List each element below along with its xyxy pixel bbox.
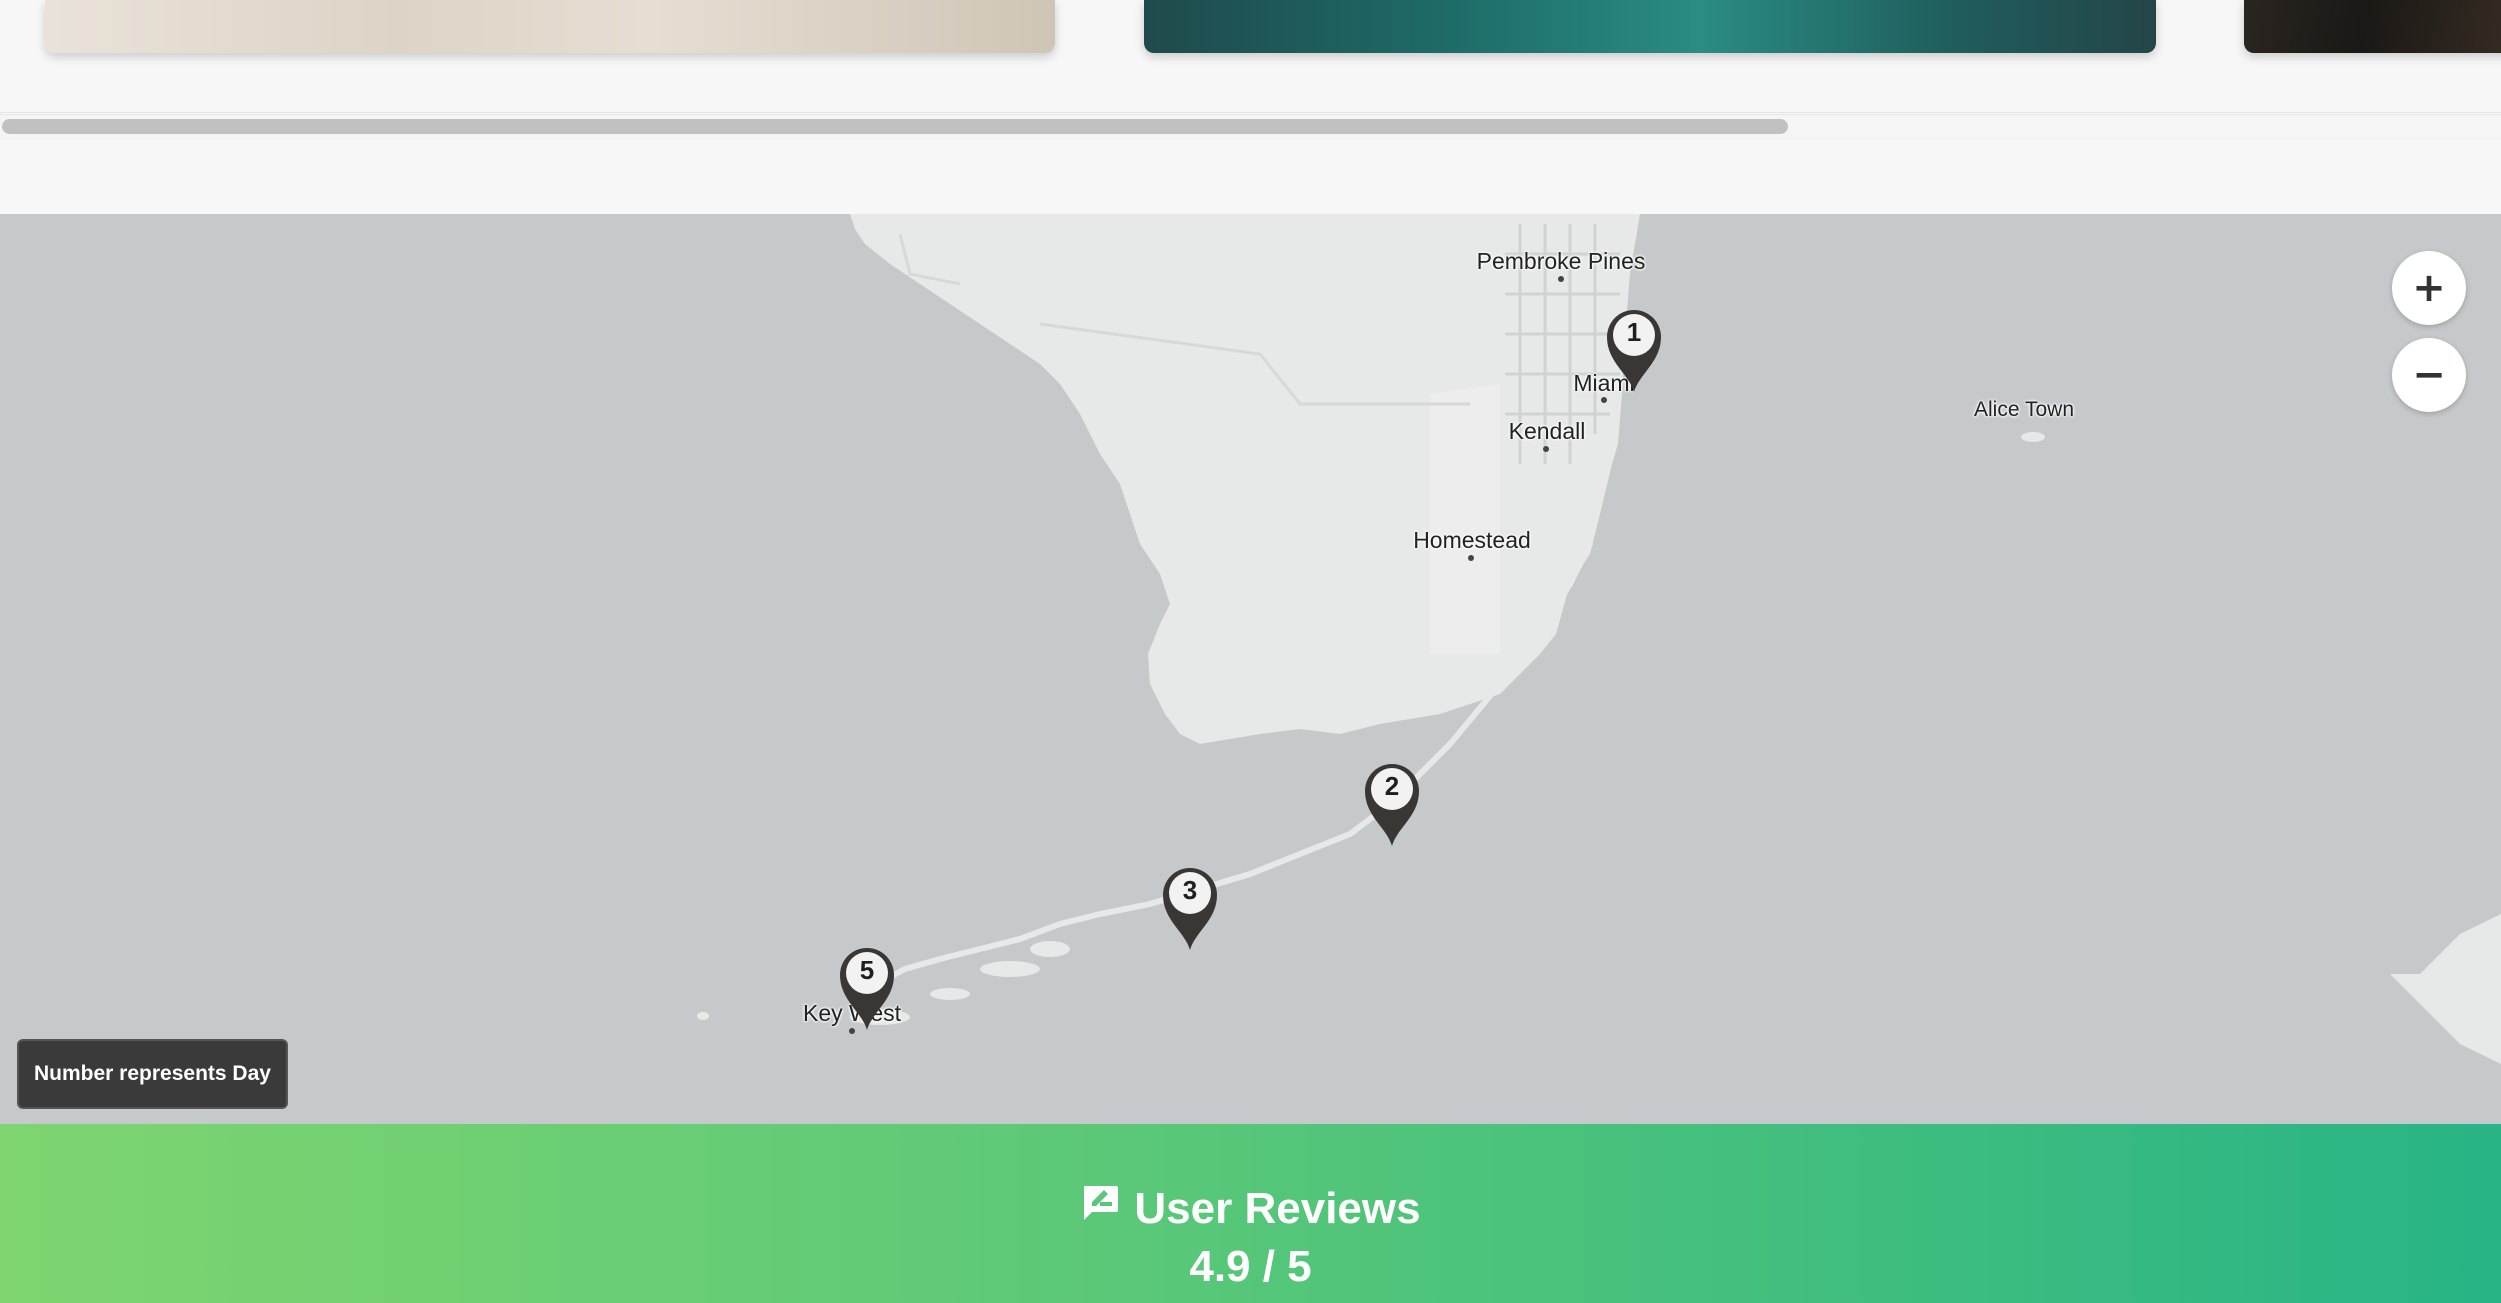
minus-icon: − — [2412, 352, 2446, 398]
reviews-banner: User Reviews 4.9 / 5 — [0, 1124, 2501, 1303]
gallery-photo[interactable] — [2244, 0, 2501, 53]
map-legend: Number represents Day — [17, 1039, 288, 1109]
marker-label: 2 — [1384, 771, 1400, 801]
marker-label: 3 — [1182, 875, 1198, 905]
day-marker[interactable]: 2 — [1361, 758, 1423, 848]
photo-gallery — [0, 0, 2501, 140]
place-label: Pembroke Pines — [1476, 248, 1646, 274]
zoom-out-button[interactable]: − — [2392, 338, 2466, 412]
gallery-photo[interactable] — [1144, 0, 2156, 53]
reviews-score: 4.9 / 5 — [1189, 1242, 1312, 1291]
horizontal-scrollbar[interactable] — [0, 114, 2501, 140]
map-basemap — [697, 214, 2501, 1064]
gallery-photo[interactable] — [45, 0, 1055, 53]
day-marker[interactable]: 5 — [836, 942, 898, 1032]
reviews-heading: User Reviews — [0, 1184, 2501, 1234]
divider — [0, 112, 2501, 113]
marker-label: 5 — [859, 955, 875, 985]
marker-label: 1 — [1626, 317, 1642, 347]
plus-icon: + — [2412, 265, 2446, 311]
review-icon — [1080, 1183, 1120, 1233]
scrollbar-thumb[interactable] — [2, 119, 1788, 134]
trip-map[interactable]: Pembroke Pines Miami Kendall Homestead A… — [0, 214, 2501, 1124]
day-marker[interactable]: 3 — [1159, 862, 1221, 952]
zoom-in-button[interactable]: + — [2392, 251, 2466, 325]
day-marker[interactable]: 1 — [1603, 304, 1665, 394]
place-dot — [1468, 555, 1474, 561]
reviews-title: User Reviews — [1134, 1184, 1421, 1233]
place-label: Alice Town — [1974, 398, 2074, 421]
place-dot — [1601, 397, 1607, 403]
place-label: Homestead — [1413, 527, 1531, 553]
place-dot — [1558, 276, 1564, 282]
place-dot — [1543, 446, 1549, 452]
place-label: Kendall — [1508, 418, 1586, 444]
